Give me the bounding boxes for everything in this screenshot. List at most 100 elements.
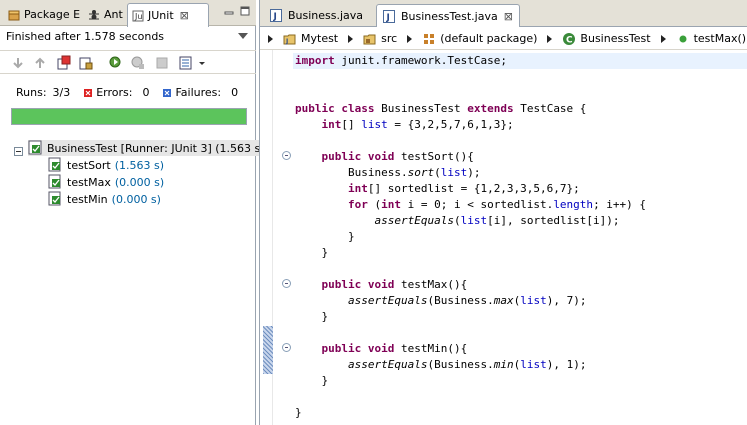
svg-text:Ju: Ju [134,12,142,21]
code-line: assertEquals(Business.max(list), 7); [347,294,587,307]
tab-label: Business.java [288,9,364,22]
breadcrumb-package[interactable]: (default package) [422,32,537,46]
view-menu-icon[interactable] [238,33,248,39]
left-tab-bar: Package E Ant Ju JUnit ⊠ [0,0,256,27]
tab-businesstest-java[interactable]: J BusinessTest.java ⊠ [376,4,520,27]
failures-label: Failures: [175,86,222,99]
run-status-text: Finished after 1.578 seconds [6,30,165,43]
package-explorer-icon [8,10,20,20]
code-line: assertEquals(list[i], sortedlist[i]); [374,214,620,227]
breadcrumb-source-folder[interactable]: src [363,32,397,46]
ant-icon [89,9,99,19]
tree-row-testmin[interactable]: testMin (0.000 s) [48,191,161,207]
code-line: public class BusinessTest extends TestCa… [295,102,587,115]
svg-text:C: C [566,35,573,45]
rerun-failed-first-icon[interactable] [130,55,146,71]
breadcrumb-class[interactable]: C BusinessTest [562,32,651,46]
breadcrumb: J Mytest src (default package) C Busines… [260,28,747,50]
tab-label: BusinessTest.java [401,9,498,23]
tab-package-explorer[interactable]: Package E [4,3,80,26]
code-line: import junit.framework.TestCase; [293,53,747,69]
test-history-icon[interactable] [178,55,194,71]
java-editor: J Business.java J BusinessTest.java ⊠ J … [259,0,747,425]
quick-diff-marker[interactable] [263,326,273,374]
error-icon [84,88,93,97]
stop-icon[interactable] [154,55,170,71]
junit-view: Package E Ant Ju JUnit ⊠ Finished after … [0,0,265,425]
breadcrumb-arrow-icon [407,34,413,43]
breadcrumb-method[interactable]: testMax() : void [676,32,747,46]
tree-row-suite[interactable]: BusinessTest [Runner: JUnit 3] (1.563 s) [28,140,265,156]
test-time: (0.000 s) [111,192,161,206]
scroll-lock-icon[interactable] [78,55,94,71]
tab-label: JUnit [148,9,174,22]
runs-label: Runs: [16,86,47,99]
svg-text:J: J [285,38,288,45]
class-icon: C [563,32,576,45]
tree-label: BusinessTest [Runner: JUnit 3] (1.563 s) [47,141,265,155]
breadcrumb-label: (default package) [440,32,538,45]
previous-failure-icon[interactable] [32,55,48,71]
breadcrumb-arrow-icon [268,34,273,43]
history-dropdown-icon[interactable] [198,55,206,71]
code-line: public void testMax(){ [321,278,468,291]
next-failure-icon[interactable] [10,55,26,71]
tab-junit[interactable]: Ju JUnit ⊠ [127,3,209,27]
test-passed-icon [48,157,61,172]
tab-business-java[interactable]: J Business.java [264,4,363,27]
breadcrumb-label: Mytest [301,32,339,45]
tree-label: testSort [67,158,111,172]
tab-label: Ant [104,8,123,21]
tree-row-testsort[interactable]: testSort (1.563 s) [48,157,164,173]
tab-ant[interactable]: Ant [84,3,123,26]
collapse-icon[interactable] [14,147,23,156]
test-progress-bar [11,108,247,125]
close-tab-icon[interactable]: ⊠ [504,10,513,23]
editor-tab-bar: J Business.java J BusinessTest.java ⊠ [260,0,747,27]
java-file-icon: J [383,9,395,23]
minimize-icon[interactable] [224,6,234,16]
close-tab-icon[interactable]: ⊠ [180,9,189,22]
test-time: (0.000 s) [114,175,165,189]
test-counters: Runs: 3/3 Errors: 0 Failures: 0 [16,86,252,99]
code-line: int[] list = {3,2,5,7,6,1,3}; [321,118,514,131]
rerun-test-icon[interactable] [108,55,124,71]
code-line: } [295,374,329,387]
breadcrumb-arrow-icon [547,34,553,43]
failures-value: 0 [231,86,239,99]
source-folder-icon [363,34,376,44]
package-icon [424,33,435,44]
code-line: } [295,406,302,419]
fold-icon[interactable] [282,151,291,160]
code-line: for (int i = 0; i < sortedlist.length; i… [347,198,647,211]
test-passed-icon [48,174,61,189]
errors-counter: Errors: 0 [84,86,149,99]
java-file-icon: J [270,9,282,22]
fold-icon[interactable] [282,279,291,288]
code-line: public void testMin(){ [321,342,468,355]
svg-text:J: J [273,12,277,22]
failure-icon [163,88,172,97]
breadcrumb-project[interactable]: J Mytest [283,32,338,46]
code-line: Business.sort(list); [295,166,481,179]
project-icon: J [283,34,296,45]
maximize-icon[interactable] [240,6,250,16]
code-line: public void testSort(){ [321,150,474,163]
tree-label: testMax [67,175,111,189]
code-line: int[] sortedlist = {1,2,3,3,5,6,7}; [347,182,580,195]
breadcrumb-label: src [381,32,398,45]
tree-row-testmax[interactable]: testMax (0.000 s) [48,174,164,190]
junit-icon: Ju [132,10,144,21]
junit-toolbar [0,50,256,74]
fold-icon[interactable] [282,343,291,352]
runs-counter: Runs: 3/3 [16,86,70,99]
breadcrumb-label: BusinessTest [580,32,651,45]
test-time: (1.563 s) [114,158,164,172]
tab-label: Package E [24,8,81,21]
code-line: } [295,310,329,323]
test-passed-icon [48,191,61,206]
failures-counter: Failures: 0 [163,86,238,99]
code-line: } [295,246,329,259]
show-failures-only-icon[interactable] [56,55,72,71]
code-line: } [295,230,355,243]
